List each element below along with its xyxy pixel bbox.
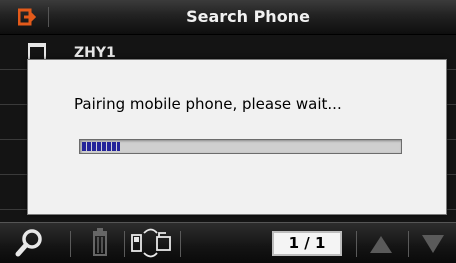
down-arrow-icon xyxy=(422,235,444,253)
toolbar-divider xyxy=(180,231,181,257)
pairing-dialog: Pairing mobile phone, please wait... xyxy=(27,59,447,215)
sync-button[interactable] xyxy=(126,223,182,263)
toolbar-divider xyxy=(124,231,125,257)
page-title: Search Phone xyxy=(186,7,310,26)
bottom-toolbar: 1 / 1 xyxy=(0,222,456,263)
toolbar-divider xyxy=(356,231,357,257)
toolbar-divider xyxy=(70,231,71,257)
progress-fill xyxy=(82,142,120,151)
page-down-button[interactable] xyxy=(412,223,456,263)
toolbar-divider xyxy=(408,231,409,257)
phone-sync-icon xyxy=(131,228,171,258)
title-bar: Search Phone xyxy=(0,0,456,35)
search-icon xyxy=(15,229,42,257)
progress-bar xyxy=(79,139,402,154)
up-arrow-icon xyxy=(370,236,392,253)
dialog-message: Pairing mobile phone, please wait... xyxy=(74,95,342,113)
delete-button[interactable] xyxy=(72,223,128,263)
back-arrow-icon xyxy=(18,8,36,26)
page-indicator: 1 / 1 xyxy=(272,231,342,256)
search-button[interactable] xyxy=(8,223,64,263)
trash-icon xyxy=(93,228,107,256)
page-up-button[interactable] xyxy=(362,223,418,263)
back-button[interactable] xyxy=(12,7,49,27)
